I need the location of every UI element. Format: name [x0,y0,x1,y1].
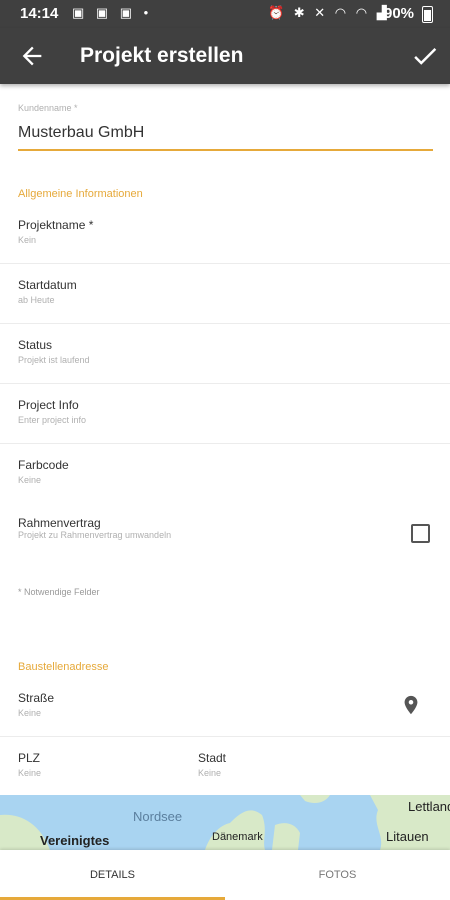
status-time: 14:14 [20,5,59,22]
tab-details[interactable]: DETAILS [0,850,225,900]
row-status[interactable]: Status Projekt ist laufend [0,324,450,384]
map-label-vereinigtes: Vereinigtes [40,833,110,848]
bottom-tab-bar: DETAILS FOTOS [0,850,450,900]
row-label: Stadt [198,751,227,765]
map-label-lettland: Lettland [408,799,450,814]
row-sublabel: ab Heute [18,295,55,305]
row-farbcode[interactable]: Farbcode Keine [0,444,450,503]
row-strasse[interactable]: Straße Keine [0,677,450,737]
page-title: Projekt erstellen [80,44,244,67]
row-plz[interactable]: PLZ Keine [0,737,190,796]
row-label: Farbcode [18,458,69,472]
address-header: Baustellenadresse [18,661,109,673]
row-stadt[interactable]: Stadt Keine [180,737,450,796]
row-sublabel: Keine [18,475,42,485]
row-label: PLZ [18,751,41,765]
row-label: Startdatum [18,278,77,292]
row-project-info[interactable]: Project Info Enter project info [0,384,450,444]
app-toolbar: Projekt erstellen [0,28,450,84]
location-pin-icon[interactable] [400,693,422,717]
row-rahmenvertrag: Rahmenvertrag Projekt zu Rahmenvertrag u… [0,502,450,561]
general-info-header: Allgemeine Informationen [18,188,143,200]
required-fields-note: * Notwendige Felder [18,587,100,597]
status-bar: 14:14 ▣ ▣ ▣ • ⏰ ✱ ✕ ◠ ◠ ▟ 90% [0,0,450,28]
notification-icons: ▣ ▣ ▣ • [72,5,153,20]
row-sublabel: Projekt ist laufend [18,355,90,365]
row-sublabel: Keine [18,768,42,778]
row-label: Project Info [18,398,79,412]
system-status-icons: ⏰ ✱ ✕ ◠ ◠ ▟ [268,5,390,20]
row-label: Straße [18,691,55,705]
map-label-litauen: Litauen [386,829,429,844]
map-label-nordsee: Nordsee [133,809,183,824]
row-projektname[interactable]: Projektname * Kein [0,204,450,264]
tab-details-label: DETAILS [89,869,136,881]
customer-name-underline [18,149,433,151]
back-arrow-icon[interactable] [18,40,46,72]
row-sublabel: Keine [198,768,222,778]
map-preview[interactable]: Nordsee Vereinigtes Dänemark Lettland Li… [0,795,450,850]
save-check-icon[interactable] [410,40,440,72]
row-label: Projektname * [18,218,94,232]
customer-name-input[interactable]: Musterbau GmbH [18,124,144,142]
row-startdatum[interactable]: Startdatum ab Heute [0,264,450,324]
battery-percent: 90% [384,5,415,22]
tab-fotos-label: FOTOS [318,869,357,881]
map-label-daenemark: Dänemark [212,831,263,843]
rahmenvertrag-checkbox[interactable] [411,524,430,543]
row-sublabel: Keine [18,708,42,718]
row-sublabel: Kein [18,235,37,245]
tab-fotos[interactable]: FOTOS [225,850,450,900]
battery-icon [422,6,433,23]
row-label: Rahmenvertrag [18,516,101,530]
row-label: Status [18,338,53,352]
customer-name-label: Kundenname * [18,103,78,113]
row-sublabel: Projekt zu Rahmenvertrag umwandeln [18,530,172,540]
row-sublabel: Enter project info [18,415,87,425]
